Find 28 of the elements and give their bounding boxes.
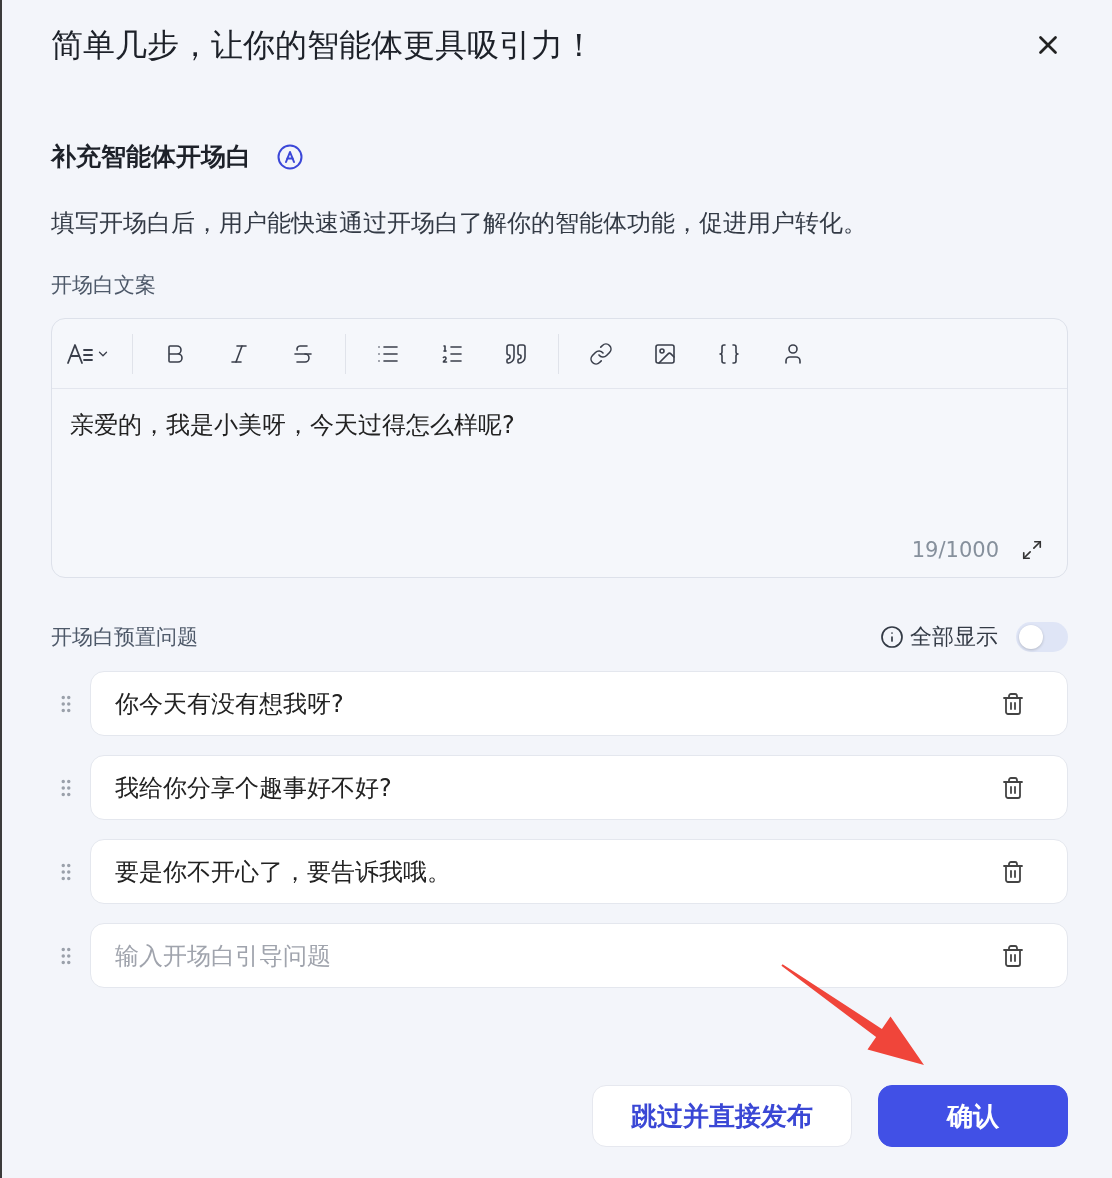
circled-a-icon bbox=[277, 144, 303, 170]
rich-text-editor[interactable]: 亲爱的，我是小美呀，今天过得怎么样呢? 19/1000 bbox=[51, 318, 1068, 578]
question-input[interactable]: 输入开场白引导问题 bbox=[90, 923, 1068, 988]
question-input[interactable]: 要是你不开心了，要告诉我哦。 bbox=[90, 839, 1068, 904]
section-heading: 补充智能体开场白 bbox=[51, 141, 251, 173]
trash-icon bbox=[1001, 691, 1025, 716]
expand-icon bbox=[1021, 539, 1043, 561]
braces-icon bbox=[717, 341, 741, 366]
info-icon bbox=[880, 625, 904, 649]
link-icon bbox=[589, 341, 613, 366]
skip-publish-button[interactable]: 跳过并直接发布 bbox=[592, 1085, 852, 1147]
section-description: 填写开场白后，用户能快速通过开场白了解你的智能体功能，促进用户转化。 bbox=[51, 208, 868, 239]
confirm-button[interactable]: 确认 bbox=[878, 1085, 1068, 1147]
character-counter: 19/1000 bbox=[911, 537, 999, 564]
image-icon bbox=[653, 341, 677, 366]
opening-text-field[interactable]: 亲爱的，我是小美呀，今天过得怎么样呢? bbox=[70, 407, 1049, 535]
trash-icon bbox=[1001, 859, 1025, 884]
dialog-title: 简单几步，让你的智能体更具吸引力！ bbox=[51, 25, 595, 66]
show-all-label: 全部显示 bbox=[910, 623, 998, 651]
question-input[interactable]: 我给你分享个趣事好不好? bbox=[90, 755, 1068, 820]
text-format-icon bbox=[66, 341, 94, 366]
show-all-switch[interactable] bbox=[1016, 622, 1068, 652]
quote-icon bbox=[504, 341, 528, 366]
question-input[interactable]: 你今天有没有想我呀? bbox=[90, 671, 1068, 736]
field-label: 开场白预置问题 bbox=[51, 624, 198, 651]
trash-icon bbox=[1001, 943, 1025, 968]
trash-icon bbox=[1001, 775, 1025, 800]
field-label: 开场白文案 bbox=[51, 272, 157, 299]
